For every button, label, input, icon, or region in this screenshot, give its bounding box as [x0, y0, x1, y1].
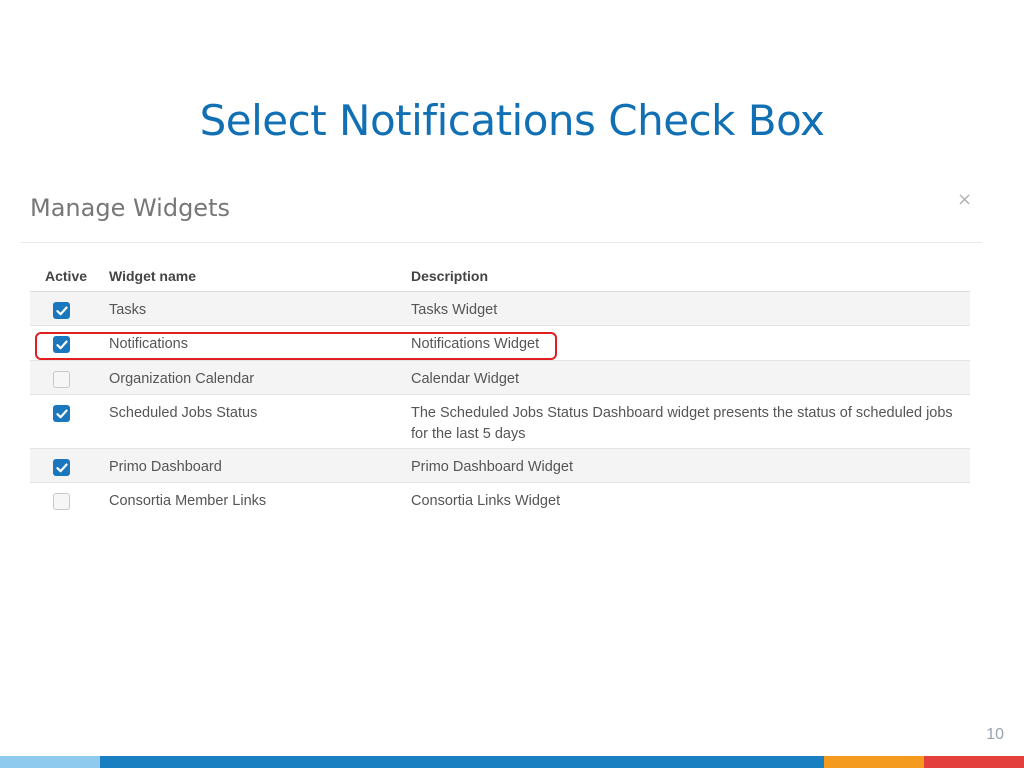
checkbox-tasks[interactable] [53, 302, 70, 319]
dialog-title: Manage Widgets [30, 194, 230, 222]
notifications-highlight-box [35, 332, 557, 360]
page-number: 10 [986, 726, 1004, 743]
widget-name: Organization Calendar [109, 371, 255, 387]
checkbox-checked-icon[interactable] [53, 302, 70, 319]
widget-description: The Scheduled Jobs Status Dashboard widg… [411, 405, 953, 442]
checkbox-checked-icon[interactable] [53, 459, 70, 476]
widget-name: Primo Dashboard [109, 459, 222, 475]
table-row-tasks: Tasks Tasks Widget [30, 292, 970, 326]
close-icon[interactable]: × [957, 189, 972, 210]
footer-segment [824, 756, 924, 768]
checkbox-scheduled-jobs-status[interactable] [53, 405, 70, 422]
column-header-active: Active [45, 268, 88, 284]
table-row-primo-dashboard: Primo Dashboard Primo Dashboard Widget [30, 449, 970, 483]
table-header: Active Widget name Description [30, 260, 970, 292]
checkbox-checked-icon[interactable] [53, 405, 70, 422]
column-header-widget-name: Widget name [109, 268, 196, 284]
footer-segment [100, 756, 824, 768]
dialog-divider [20, 242, 982, 243]
column-header-description: Description [411, 268, 489, 284]
widget-name: Consortia Member Links [109, 493, 267, 509]
table-row-scheduled-jobs-status: Scheduled Jobs Status The Scheduled Jobs… [30, 395, 970, 449]
checkbox-unchecked-icon[interactable] [53, 493, 70, 510]
widget-description: Consortia Links Widget [411, 493, 561, 509]
table-row-consortia-member-links: Consortia Member Links Consortia Links W… [30, 483, 970, 517]
widget-name: Scheduled Jobs Status [109, 405, 258, 421]
widgets-table: Active Widget name Description Tasks Tas… [30, 260, 970, 517]
checkbox-consortia-member-links[interactable] [53, 493, 70, 510]
widget-description: Calendar Widget [411, 371, 519, 387]
checkbox-organization-calendar[interactable] [53, 371, 70, 388]
widget-name: Tasks [109, 302, 147, 318]
widget-description: Tasks Widget [411, 302, 498, 318]
widget-description: Primo Dashboard Widget [411, 459, 573, 475]
footer-color-bar [0, 756, 1024, 768]
checkbox-unchecked-icon[interactable] [53, 371, 70, 388]
footer-segment [924, 756, 1024, 768]
table-row-organization-calendar: Organization Calendar Calendar Widget [30, 361, 970, 395]
footer-segment [0, 756, 100, 768]
slide-title: Select Notifications Check Box [199, 96, 825, 145]
checkbox-primo-dashboard[interactable] [53, 459, 70, 476]
